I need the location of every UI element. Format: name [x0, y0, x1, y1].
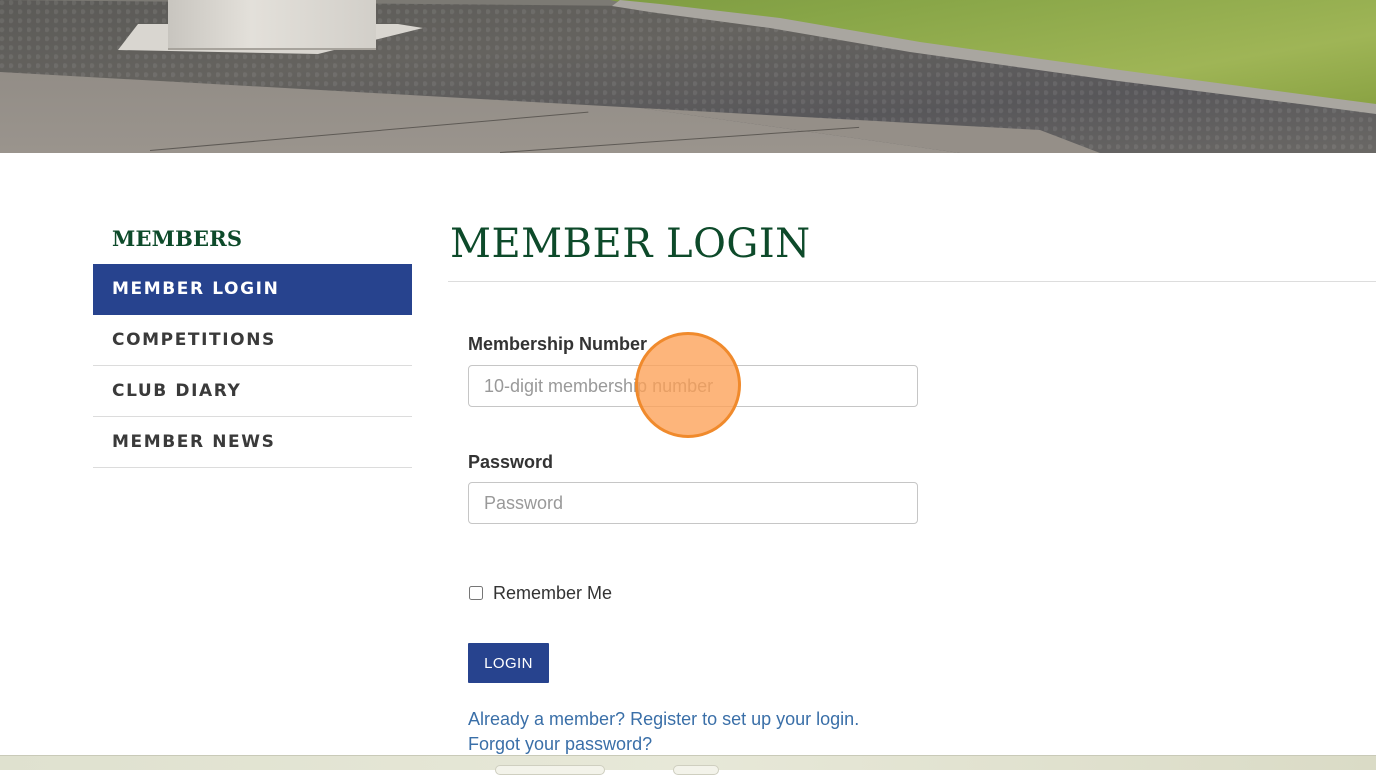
sidebar-item-club-diary[interactable]: CLUB DIARY: [93, 366, 412, 417]
bottom-browser-strip: [0, 755, 1376, 775]
password-input[interactable]: [468, 482, 918, 524]
sidebar-item-competitions[interactable]: COMPETITIONS: [93, 315, 412, 366]
sidebar-item-member-news[interactable]: MEMBER NEWS: [93, 417, 412, 468]
login-button[interactable]: LOGIN: [468, 643, 549, 683]
taskbar-item: [495, 765, 605, 775]
password-label: Password: [468, 452, 554, 472]
forgot-password-link[interactable]: Forgot your password?: [468, 734, 652, 755]
membership-number-label: Membership Number: [468, 334, 648, 354]
membership-number-input[interactable]: [468, 365, 918, 407]
taskbar-item: [673, 765, 719, 775]
sidebar-heading: MEMBERS: [112, 226, 243, 251]
hero-banner: [0, 0, 1376, 153]
hero-stone-plinth: [168, 0, 376, 50]
remember-me-checkbox[interactable]: [469, 586, 483, 600]
page-title: MEMBER LOGIN: [450, 221, 811, 267]
register-link[interactable]: Already a member? Register to set up you…: [468, 709, 859, 730]
remember-me-label: Remember Me: [493, 582, 613, 603]
title-divider: [448, 281, 1376, 282]
members-sidebar: MEMBERS MEMBER LOGIN COMPETITIONS CLUB D…: [93, 216, 412, 468]
sidebar-item-member-login[interactable]: MEMBER LOGIN: [93, 264, 412, 315]
remember-me-row[interactable]: Remember Me: [468, 582, 612, 604]
